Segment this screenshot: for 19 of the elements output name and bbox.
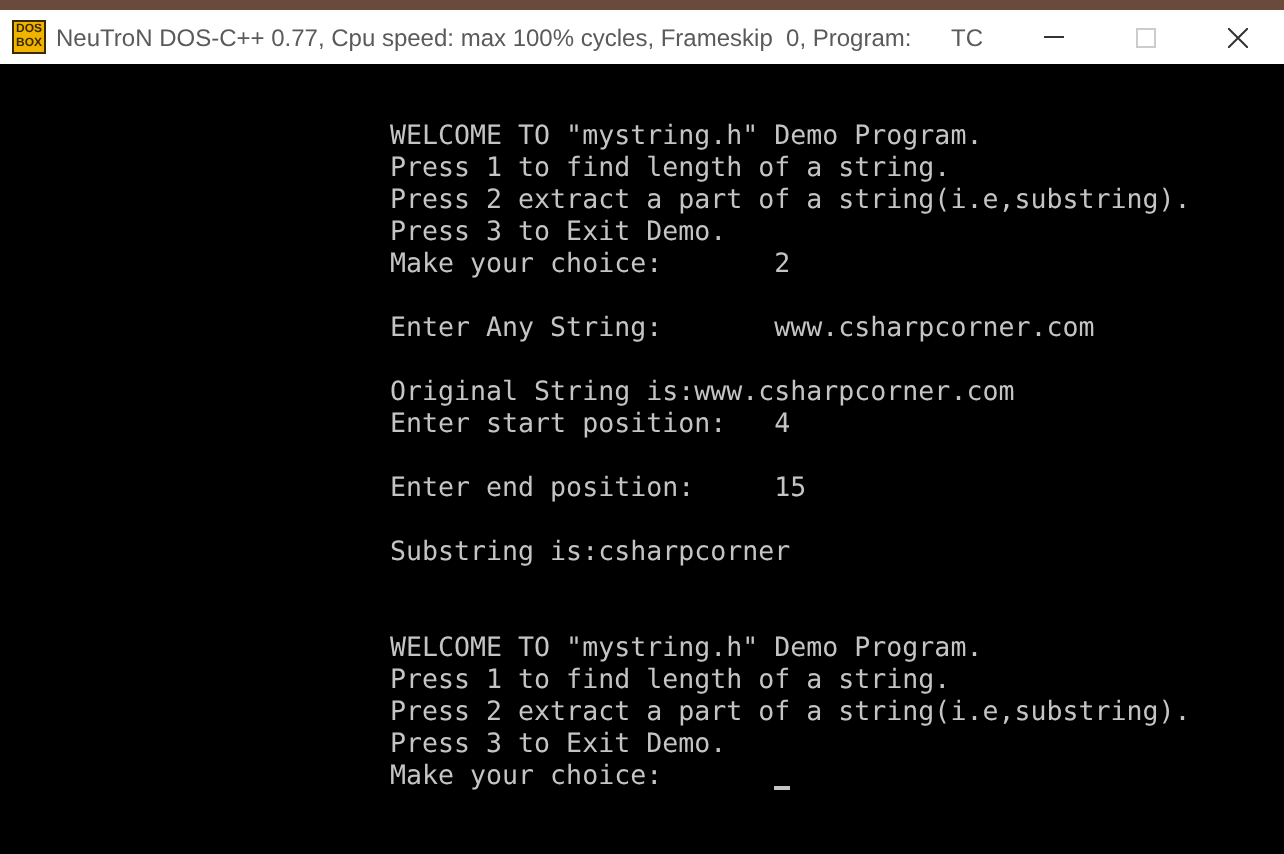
console-line: WELCOME TO "mystring.h" Demo Program. (390, 122, 983, 154)
maximize-icon (1136, 27, 1156, 47)
console-line: Press 1 to find length of a string. (390, 666, 951, 698)
window-title: NeuTroN DOS-C++ 0.77, Cpu speed: max 100% cycles, Frameskip 0, Program: TC (56, 21, 984, 55)
console-line: Make your choice: 2 (390, 250, 791, 282)
console-line: Original String is:www.csharpcorner.com (390, 378, 1015, 410)
close-icon (1228, 27, 1248, 47)
console-line: Press 2 extract a part of a string(i.e,substring). (390, 186, 1191, 218)
console-line: Enter start position: 4 (390, 410, 791, 442)
console-line: Enter end position: 15 (390, 474, 807, 506)
console-line: Press 3 to Exit Demo. (390, 730, 727, 762)
console-line: Substring is:csharpcorner (390, 538, 791, 570)
console-line: Press 1 to find length of a string. (390, 154, 951, 186)
minimize-icon (1044, 36, 1064, 38)
console-line: Press 2 extract a part of a string(i.e,substring). (390, 698, 1191, 730)
console-line: Press 3 to Exit Demo. (390, 218, 727, 250)
console-line: Enter Any String: www.csharpcorner.com (390, 314, 1095, 346)
console-line: Make your choice: (390, 762, 665, 794)
console-line: WELCOME TO "mystring.h" Demo Program. (390, 634, 983, 666)
